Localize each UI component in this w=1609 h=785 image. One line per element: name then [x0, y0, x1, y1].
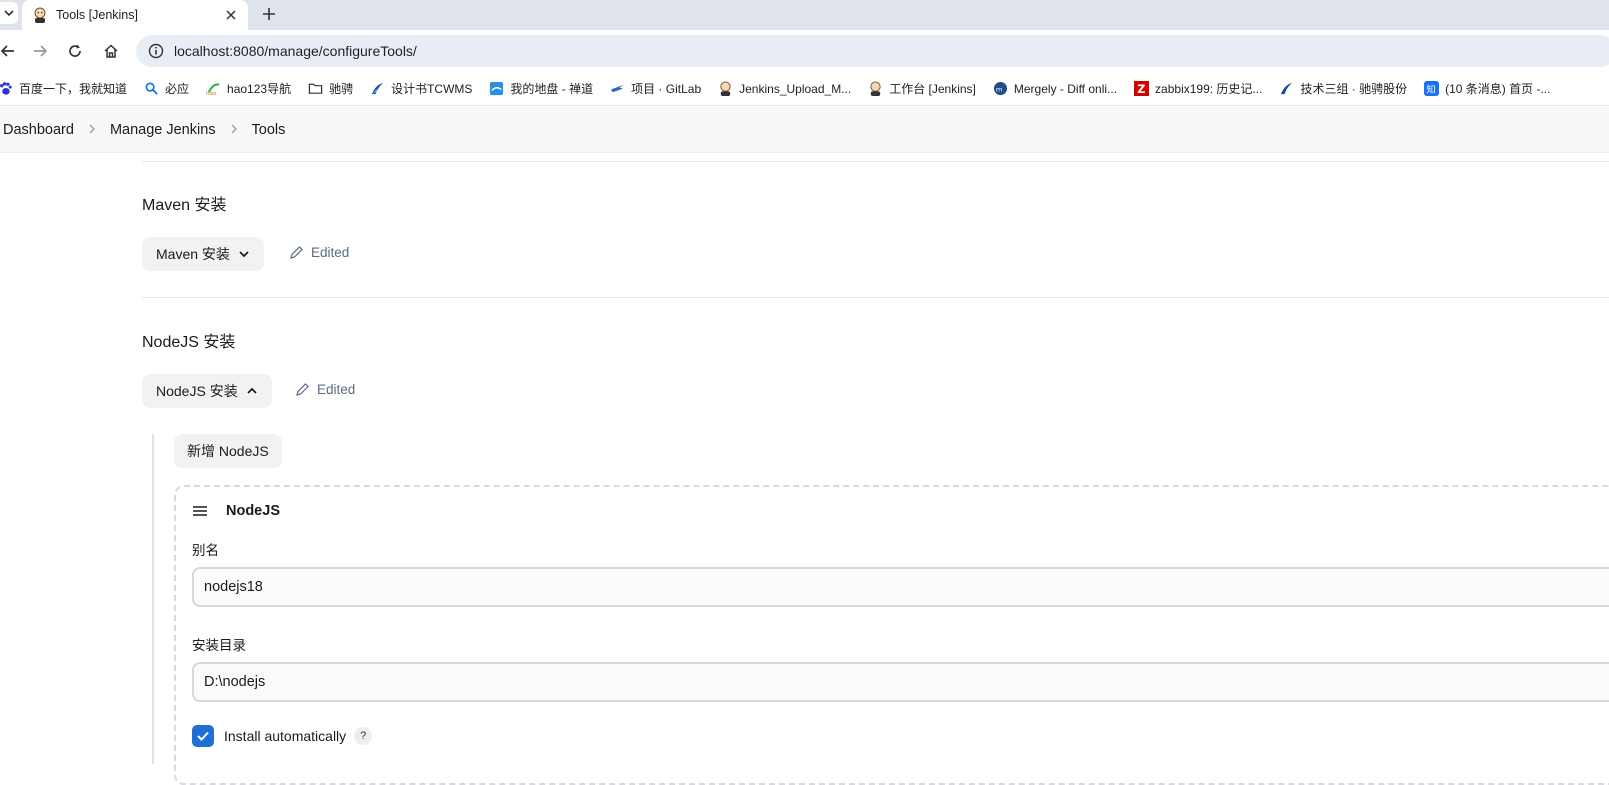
breadcrumb: Dashboard Manage Jenkins Tools — [0, 107, 1609, 153]
back-arrow-icon[interactable] — [0, 39, 20, 63]
main-content: Maven 安装 Maven 安装 Edited NodeJS 安装 NodeJ… — [0, 153, 1609, 785]
zhihu-icon: 知 — [1424, 81, 1440, 96]
chevron-down-icon — [239, 251, 249, 258]
chevron-up-icon — [247, 387, 257, 394]
chevron-right-icon — [88, 122, 96, 137]
close-tab-icon[interactable] — [222, 6, 240, 24]
bookmark-item[interactable]: 百度一下，我就知道 — [0, 80, 127, 97]
bookmark-item[interactable]: Jenkins_Upload_M... — [718, 81, 851, 96]
add-nodejs-button[interactable]: 新增 NodeJS — [174, 434, 282, 468]
zabbix-icon: Z — [1134, 81, 1150, 96]
folder-icon — [308, 83, 323, 94]
maven-installations-toggle-button[interactable]: Maven 安装 — [142, 237, 264, 271]
bookmarks-bar: 百度一下，我就知道 必应 hao hao123导航 驰骋 设计书TCWMS 我的… — [0, 72, 1609, 106]
section-divider — [142, 161, 1609, 162]
maven-section-title: Maven 安装 — [142, 197, 227, 214]
jenkins-icon — [720, 81, 731, 96]
tab-title: Tools [Jenkins] — [56, 8, 138, 22]
breadcrumb-dashboard[interactable]: Dashboard — [3, 122, 74, 138]
bookmark-item[interactable]: 技术三组 · 驰骋股份 — [1279, 80, 1407, 97]
bookmark-folder[interactable]: 驰骋 — [308, 80, 353, 97]
install-automatically-label[interactable]: Install automatically — [224, 728, 346, 744]
reload-icon[interactable] — [63, 39, 87, 63]
browser-tab-active[interactable]: Tools [Jenkins] — [22, 0, 248, 30]
hao123-icon: hao — [206, 83, 220, 96]
bookmark-item[interactable]: hao hao123导航 — [206, 80, 291, 97]
nodejs-section-title: NodeJS 安装 — [142, 334, 236, 351]
home-icon[interactable] — [99, 39, 123, 63]
jenkins-icon — [34, 7, 46, 23]
chevron-right-icon — [230, 122, 238, 137]
pencil-icon — [290, 246, 303, 259]
address-bar[interactable]: localhost:8080/manage/configureTools/ — [136, 35, 1609, 67]
section-divider — [142, 297, 1609, 298]
zentao-icon — [490, 81, 504, 96]
nodejs-installations-toggle-button[interactable]: NodeJS 安装 — [142, 374, 272, 408]
tab-search-chevron-icon[interactable] — [0, 2, 18, 24]
install-automatically-checkbox[interactable] — [192, 725, 214, 747]
gitlab-icon — [611, 84, 625, 93]
baidu-icon — [0, 82, 12, 95]
bookmark-item[interactable]: m Mergely - Diff onli... — [993, 81, 1117, 96]
url-text: localhost:8080/manage/configureTools/ — [174, 43, 417, 59]
breadcrumb-manage-jenkins[interactable]: Manage Jenkins — [110, 122, 216, 138]
bookmark-item[interactable]: 我的地盘 - 禅道 — [489, 80, 593, 97]
install-automatically-row: Install automatically ? — [192, 725, 373, 747]
checkmark-icon — [197, 731, 209, 741]
browser-toolbar: localhost:8080/manage/configureTools/ — [0, 30, 1609, 72]
bookmark-item[interactable]: 知 (10 条消息) 首页 -... — [1424, 80, 1550, 97]
install-directory-input[interactable]: D:\nodejs — [192, 662, 1609, 702]
install-directory-label: 安装目录 — [192, 638, 246, 653]
browser-tabstrip: Tools [Jenkins] — [0, 0, 1609, 30]
bookmark-item[interactable]: 必应 — [144, 80, 189, 97]
mergely-icon: m — [993, 81, 1007, 96]
nodejs-installation-card: NodeJS 别名 nodejs18 安装目录 D:\nodejs Instal… — [174, 485, 1609, 785]
alias-input[interactable]: nodejs18 — [192, 567, 1609, 607]
bing-search-icon — [145, 82, 158, 95]
svg-text:hao: hao — [206, 91, 217, 96]
maven-edited-indicator: Edited — [289, 245, 349, 260]
nodejs-card-header: NodeJS — [192, 503, 280, 519]
help-icon[interactable]: ? — [354, 727, 373, 745]
forward-arrow-icon[interactable] — [28, 39, 52, 63]
repeatable-indent-line — [152, 434, 154, 764]
breadcrumb-tools[interactable]: Tools — [252, 122, 286, 138]
company-logo-icon — [1281, 82, 1293, 95]
svg-text:知: 知 — [1426, 83, 1435, 95]
pencil-icon — [296, 383, 309, 396]
jenkins-icon — [870, 81, 881, 96]
bookmark-item[interactable]: 设计书TCWMS — [370, 80, 472, 97]
svg-text:m: m — [996, 85, 1002, 93]
new-tab-plus-icon[interactable] — [258, 3, 280, 25]
nodejs-card-title: NodeJS — [226, 503, 280, 519]
drag-handle-icon[interactable] — [192, 505, 208, 517]
company-logo-icon — [371, 82, 384, 95]
site-info-icon[interactable] — [148, 43, 164, 59]
svg-text:Z: Z — [1137, 83, 1145, 96]
alias-label: 别名 — [192, 543, 219, 558]
bookmark-item[interactable]: 项目 · GitLab — [610, 80, 701, 97]
bookmark-item[interactable]: Z zabbix199: 历史记... — [1134, 80, 1262, 97]
nodejs-edited-indicator: Edited — [295, 382, 355, 397]
bookmark-item[interactable]: 工作台 [Jenkins] — [868, 80, 976, 97]
